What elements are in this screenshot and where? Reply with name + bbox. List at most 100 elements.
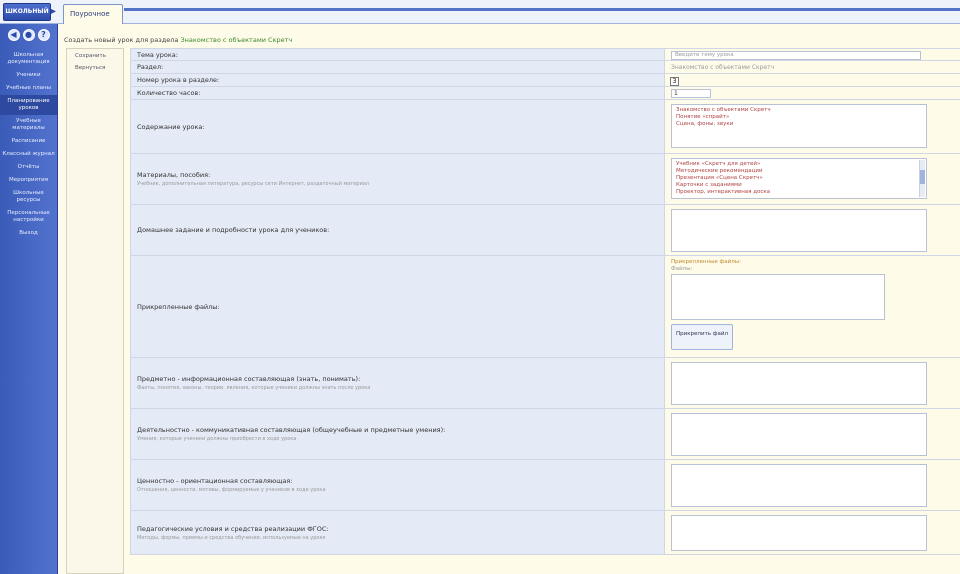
sidebar-item[interactable]: Расписание	[0, 135, 57, 148]
materials-textarea[interactable]: Учебник «Скретч для детей» Методические р…	[671, 158, 927, 199]
form-label-text: Прикрепленные файлы:	[137, 302, 220, 311]
form-label-hint: Отношения, ценности, мотивы, формируемые…	[137, 487, 326, 493]
form-row: Количество часов: 1	[130, 87, 960, 100]
back-button[interactable]: Вернуться	[67, 61, 123, 73]
text-input-area[interactable]	[671, 413, 927, 456]
attached-files-label: Прикрепленные файлы:	[671, 259, 741, 265]
form-row: Домашнее задание и подробности урока для…	[130, 205, 960, 256]
textarea-line: Знакомство с объектами Скретч	[676, 107, 771, 113]
form-row: Номер урока в разделе: 3	[130, 74, 960, 87]
form-label-hint: Умения, которые ученики должны приобрест…	[137, 436, 297, 442]
textarea-line: Учебник «Скретч для детей»	[676, 161, 761, 167]
form-label-text: Содержание урока:	[137, 122, 205, 131]
textarea-line: Карточки с заданиями	[676, 182, 742, 188]
form-row-value: Знакомство с объектами Скретч Понятие «сп…	[665, 100, 960, 153]
form-label-text: Раздел:	[137, 63, 164, 71]
form-row-label: Количество часов:	[131, 87, 665, 99]
header-rule	[124, 8, 960, 11]
textarea-line: Проектор, интерактивная доска	[676, 189, 771, 195]
form-row-value: 3	[665, 74, 960, 86]
section-value: Знакомство с объектами Скретч	[671, 64, 775, 71]
form-row-value	[665, 205, 960, 255]
menu-arrow-icon[interactable]: ▸	[51, 3, 61, 21]
form-row: Педагогические условия и средства реализ…	[130, 511, 960, 555]
form-row-value: Учебник «Скретч для детей» Методические р…	[665, 154, 960, 204]
sidebar-item[interactable]: Персональные настройки	[0, 207, 57, 227]
textarea-line: Сцена, фоны, звуки	[676, 121, 734, 127]
page-title-section: Знакомство с объектами Скретч	[180, 36, 293, 44]
back-icon[interactable]: ◀	[7, 29, 20, 41]
form-row-label: Материалы, пособия: Учебник, дополнительн…	[131, 154, 665, 204]
form-row-label: Номер урока в разделе:	[131, 74, 665, 86]
textarea-line: Понятие «спрайт»	[676, 114, 730, 120]
form-row-label: Предметно - информационная составляющая …	[131, 358, 665, 408]
sidebar: ◀ ●? Школьная документация Ученики Учебные …	[0, 24, 58, 574]
form-row: Материалы, пособия: Учебник, дополнительн…	[130, 154, 960, 205]
sidebar-item[interactable]: Планирование уроков	[0, 95, 57, 115]
text-input-area[interactable]	[671, 515, 927, 551]
sidebar-item[interactable]: Отчёты	[0, 161, 57, 174]
upload-file-button[interactable]: Прикрепить файл	[671, 324, 733, 350]
form-label-text: Номер урока в разделе:	[137, 76, 220, 84]
scroll-thumb[interactable]	[920, 170, 925, 184]
lesson-topic-placeholder: Введите тему урока	[675, 52, 734, 58]
form-row: Тема урока: Введите тему урока	[130, 48, 960, 61]
form-label-hint: Факты, понятия, законы, теории, явления,…	[137, 385, 371, 391]
help-icon[interactable]: ?	[37, 29, 50, 41]
form-row-value: Знакомство с объектами Скретч	[665, 61, 960, 73]
form-row-value: Прикрепленные файлы: Файлы: Прикрепить фай…	[665, 256, 960, 357]
form-label-hint: Учебник, дополнительная литература, ресу…	[137, 181, 369, 187]
lesson-number-checkbox[interactable]: 3	[670, 77, 679, 86]
form-row-label: Домашнее задание и подробности урока для…	[131, 205, 665, 255]
form-row-value	[665, 358, 960, 408]
save-button[interactable]: Сохранить	[67, 49, 123, 61]
form-label-text: Количество часов:	[137, 89, 201, 97]
sidebar-item[interactable]: Классный журнал	[0, 148, 57, 161]
form-row-value	[665, 511, 960, 554]
form-label-text: Ценностно - ориентационная составляющая:	[137, 477, 293, 485]
textarea-line: Методические рекомендации	[676, 168, 763, 174]
hours-input[interactable]: 1	[671, 89, 711, 98]
sidebar-item[interactable]: Школьные ресурсы	[0, 187, 57, 207]
form-row-value	[665, 409, 960, 459]
form-label-text: Предметно - информационная составляющая …	[137, 375, 361, 383]
form-row: Прикрепленные файлы: Прикрепленные файлы:…	[130, 256, 960, 358]
form-row-label: Ценностно - ориентационная составляющая:…	[131, 460, 665, 510]
textarea-scrollbar[interactable]	[919, 160, 925, 197]
text-input-area[interactable]	[671, 209, 927, 252]
form-label-text: Деятельностно - коммуникативная составля…	[137, 426, 446, 434]
sidebar-item[interactable]: Учебные материалы	[0, 115, 57, 135]
form-row-label: Содержание урока:	[131, 100, 665, 153]
form-row-label: Тема урока:	[131, 49, 665, 60]
form-row-value	[665, 460, 960, 510]
form-label-text: Материалы, пособия:	[137, 171, 211, 179]
form-row: Деятельностно - коммуникативная составля…	[130, 409, 960, 460]
sidebar-item[interactable]: Мероприятия	[0, 174, 57, 187]
tab-lesson-planning[interactable]: Поурочное планирование	[63, 4, 123, 36]
form-row-label: Деятельностно - коммуникативная составля…	[131, 409, 665, 459]
form-row-label: Раздел:	[131, 61, 665, 73]
form-row: Раздел: Знакомство с объектами Скретч	[130, 61, 960, 74]
page-title-text: Создать новый урок для раздела	[64, 36, 179, 44]
form-row-label: Педагогические условия и средства реализ…	[131, 511, 665, 554]
actions-panel: Сохранить Вернуться	[66, 48, 124, 574]
lesson-content-textarea[interactable]: Знакомство с объектами Скретч Понятие «сп…	[671, 104, 927, 148]
lesson-topic-input[interactable]: Введите тему урока	[671, 51, 921, 60]
form-row: Содержание урока: Знакомство с объектами …	[130, 100, 960, 154]
attached-files-list[interactable]	[671, 274, 885, 320]
form-label-text: Тема урока:	[137, 50, 178, 59]
attached-files-sub: Файлы:	[671, 266, 693, 272]
form-label-text: Домашнее задание и подробности урока для…	[137, 226, 330, 234]
sidebar-item[interactable]: Учебные планы	[0, 82, 57, 95]
form-row-value: 1	[665, 87, 960, 99]
sidebar-item[interactable]: Выход	[0, 227, 57, 240]
sidebar-item[interactable]: Ученики	[0, 69, 57, 82]
top-bar: ШКОЛЬНЫЙ ▸ Поурочное планирование	[0, 0, 960, 36]
text-input-area[interactable]	[671, 362, 927, 405]
home-icon[interactable]: ●	[22, 29, 35, 41]
app-logo[interactable]: ШКОЛЬНЫЙ	[3, 3, 51, 21]
sidebar-item[interactable]: Школьная документация	[0, 49, 57, 69]
form-row: Предметно - информационная составляющая …	[130, 358, 960, 409]
text-input-area[interactable]	[671, 464, 927, 507]
form-label-hint: Методы, формы, приемы и средства обучени…	[137, 534, 326, 541]
